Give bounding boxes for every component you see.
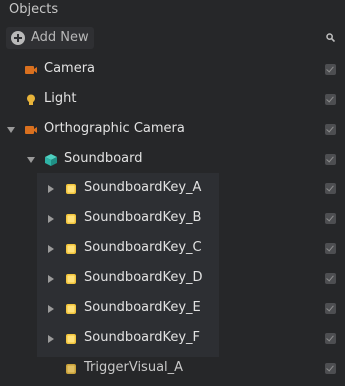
objects-toolbar: Add New xyxy=(0,26,345,52)
object-icon xyxy=(66,214,76,224)
add-new-button[interactable]: Add New xyxy=(6,27,94,49)
plus-circle-icon xyxy=(11,31,25,45)
visibility-checkbox[interactable] xyxy=(325,333,336,344)
panel-title: Objects xyxy=(9,2,59,17)
tree-row-label: SoundboardKey_D xyxy=(84,270,203,285)
visibility-checkbox[interactable] xyxy=(325,94,336,105)
tree-row-label: SoundboardKey_B xyxy=(84,210,202,225)
collapse-arrow-icon[interactable] xyxy=(48,335,54,343)
visibility-checkbox[interactable] xyxy=(325,64,336,75)
visibility-checkbox[interactable] xyxy=(325,154,336,165)
tree-row-label: SoundboardKey_F xyxy=(84,330,201,345)
tree-row-orthographic-camera[interactable]: Orthographic Camera xyxy=(0,115,345,145)
object-icon xyxy=(66,364,76,374)
tree-row-soundboard[interactable]: Soundboard xyxy=(0,145,345,175)
collapse-arrow-icon[interactable] xyxy=(48,305,54,313)
cube-icon xyxy=(45,154,57,166)
tree-row-label: Camera xyxy=(44,61,96,76)
visibility-checkbox[interactable] xyxy=(325,213,336,224)
visibility-checkbox[interactable] xyxy=(325,303,336,314)
tree-row-soundboardkey-d[interactable]: SoundboardKey_D xyxy=(0,264,345,294)
tree-row-soundboardkey-b[interactable]: SoundboardKey_B xyxy=(0,204,345,234)
tree-row-label: SoundboardKey_C xyxy=(84,240,202,255)
tree-row-label: TriggerVisual_A xyxy=(84,360,184,375)
camera-icon xyxy=(25,126,37,134)
search-icon[interactable] xyxy=(326,33,335,42)
object-icon xyxy=(66,184,76,194)
tree-row-soundboardkey-a[interactable]: SoundboardKey_A xyxy=(0,174,345,204)
tree-row-label: Light xyxy=(44,91,77,106)
visibility-checkbox[interactable] xyxy=(325,273,336,284)
collapse-arrow-icon[interactable] xyxy=(48,245,54,253)
object-icon xyxy=(66,304,76,314)
collapse-arrow-icon[interactable] xyxy=(48,275,54,283)
collapse-arrow-icon[interactable] xyxy=(48,215,54,223)
light-bulb-icon xyxy=(27,94,35,105)
tree-row-triggervisual-a[interactable]: TriggerVisual_A xyxy=(0,354,345,384)
tree-row-label: SoundboardKey_A xyxy=(84,180,202,195)
object-icon xyxy=(66,274,76,284)
tree-row-light[interactable]: Light xyxy=(0,85,345,115)
tree-row-soundboardkey-f[interactable]: SoundboardKey_F xyxy=(0,324,345,354)
tree-row-camera[interactable]: Camera xyxy=(0,55,345,85)
visibility-checkbox[interactable] xyxy=(325,183,336,194)
collapse-arrow-icon[interactable] xyxy=(48,185,54,193)
objects-panel: Objects Add New Camera Light Orthographi… xyxy=(0,0,345,386)
expand-arrow-icon[interactable] xyxy=(7,127,15,133)
tree-row-label: Soundboard xyxy=(64,151,143,166)
visibility-checkbox[interactable] xyxy=(325,124,336,135)
tree-row-label: Orthographic Camera xyxy=(44,121,185,136)
add-new-label: Add New xyxy=(31,30,89,45)
visibility-checkbox[interactable] xyxy=(325,243,336,254)
visibility-checkbox[interactable] xyxy=(325,363,336,374)
tree-row-soundboardkey-c[interactable]: SoundboardKey_C xyxy=(0,234,345,264)
tree-row-label: SoundboardKey_E xyxy=(84,300,201,315)
expand-arrow-icon[interactable] xyxy=(27,157,35,163)
tree-row-soundboardkey-e[interactable]: SoundboardKey_E xyxy=(0,294,345,324)
object-icon xyxy=(66,244,76,254)
camera-icon xyxy=(25,66,37,74)
object-icon xyxy=(66,334,76,344)
